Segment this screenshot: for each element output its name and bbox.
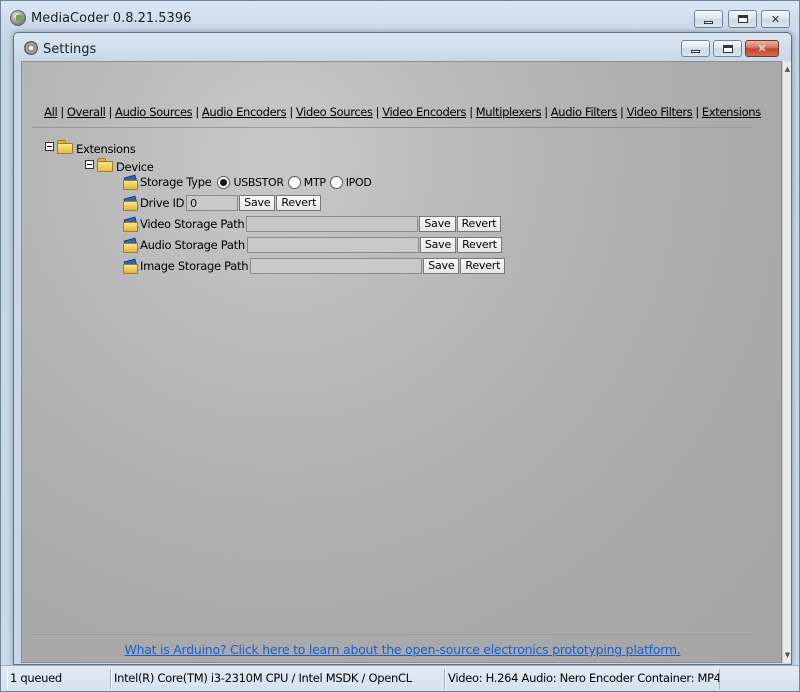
nav-link-multiplexers[interactable]: Multiplexers [476,105,542,119]
nav-separator: | [620,105,624,119]
close-button[interactable]: ✕ [761,10,790,28]
setting-icon [123,176,138,190]
video-storage-path-label: Video Storage Path [140,217,245,231]
drive-id-label: Drive ID [140,196,185,210]
storage-type-ipod-radio[interactable] [329,175,343,189]
tree-node-extensions: Extensions [45,137,139,156]
gear-icon [24,41,38,55]
setting-audio-storage-path: Audio Storage Path Save Revert [123,236,502,254]
folder-icon [57,139,73,154]
close-icon: ✕ [757,42,767,55]
category-nav: All | Overall | Audio Sources | Audio Encoders… [22,105,783,119]
video-storage-path-save-button[interactable]: Save [419,216,456,232]
settings-minimize-button[interactable] [681,40,710,57]
minimize-icon [704,20,713,24]
video-storage-path-revert-button[interactable]: Revert [456,216,502,232]
arduino-info-link[interactable]: What is Arduino? Click here to learn abo… [22,642,783,657]
storage-type-ipod-label: IPOD [345,175,372,189]
maximize-button[interactable] [728,10,757,28]
settings-close-button[interactable]: ✕ [745,40,779,57]
vertical-scrollbar[interactable]: ▲ ▼ [782,61,791,663]
setting-icon [123,239,138,253]
nav-separator: | [695,105,699,119]
image-storage-path-save-button[interactable]: Save [423,258,460,274]
drive-id-save-button[interactable]: Save [239,195,276,211]
nav-link-overall[interactable]: Overall [67,105,106,119]
audio-storage-path-label: Audio Storage Path [140,238,245,252]
window-title: MediaCoder 0.8.21.5396 [31,11,192,26]
settings-content: All | Overall | Audio Sources | Audio Encoders… [21,61,782,663]
nav-separator: | [60,105,64,119]
scroll-up-icon[interactable]: ▲ [783,63,792,75]
nav-link-audio-filters[interactable]: Audio Filters [551,105,618,119]
collapse-icon[interactable] [45,141,54,151]
nav-separator: | [544,105,548,119]
storage-type-mtp-radio[interactable] [287,175,301,189]
main-titlebar[interactable]: MediaCoder 0.8.21.5396 ✕ [1,1,799,35]
image-storage-path-revert-button[interactable]: Revert [460,258,506,274]
minimize-button[interactable] [694,10,723,28]
nav-link-audio-encoders[interactable]: Audio Encoders [202,105,287,119]
settings-maximize-button[interactable] [713,40,742,57]
minimize-icon [691,50,700,53]
collapse-icon[interactable] [85,159,94,169]
nav-link-video-filters[interactable]: Video Filters [627,105,693,119]
tree-label-device: Device [116,159,154,174]
nav-link-extensions[interactable]: Extensions [702,105,761,119]
close-icon: ✕ [770,12,781,26]
setting-image-storage-path: Image Storage Path Save Revert [123,257,506,275]
audio-storage-path-input[interactable] [246,237,419,253]
setting-icon [123,197,138,211]
tree-node-device: Device [85,155,158,174]
nav-divider [32,127,753,128]
nav-separator: | [195,105,199,119]
setting-video-storage-path: Video Storage Path Save Revert [123,215,502,233]
settings-titlebar[interactable]: Settings ✕ [14,33,791,61]
nav-separator: | [469,105,473,119]
audio-storage-path-revert-button[interactable]: Revert [457,237,502,253]
nav-link-video-encoders[interactable]: Video Encoders [382,105,466,119]
nav-link-video-sources[interactable]: Video Sources [296,105,373,119]
status-codec: Video: H.264 Audio: Nero Encoder Contain… [445,669,720,689]
footer-divider [32,634,753,635]
nav-link-audio-sources[interactable]: Audio Sources [115,105,193,119]
nav-link-all[interactable]: All [44,105,58,119]
storage-type-usbstor-radio[interactable] [217,175,231,189]
settings-dialog: Settings ✕ All | Overall | Audio Sources | Aud… [13,32,792,665]
nav-separator: | [375,105,380,119]
maximize-icon [737,15,748,23]
setting-icon [123,260,138,274]
storage-type-label: Storage Type [140,175,212,189]
audio-storage-path-save-button[interactable]: Save [419,237,457,253]
scroll-down-icon[interactable]: ▼ [783,649,792,661]
maximize-icon [722,44,733,53]
settings-title: Settings [43,42,97,57]
setting-storage-type: Storage Type USBSTOR MTP IPOD [123,173,376,191]
folder-icon [97,157,113,172]
status-queue: 1 queued [7,669,111,689]
tree-label-extensions: Extensions [76,141,136,156]
status-bar: 1 queued Intel(R) Core(TM) i3-2310M CPU … [1,665,799,691]
setting-icon [123,218,138,232]
status-cpu: Intel(R) Core(TM) i3-2310M CPU / Intel M… [111,669,445,689]
nav-separator: | [289,105,293,119]
image-storage-path-input[interactable] [250,258,423,274]
main-window: MediaCoder 0.8.21.5396 ✕ Settings ✕ All … [0,0,800,692]
video-storage-path-input[interactable] [246,216,419,232]
drive-id-revert-button[interactable]: Revert [276,195,322,211]
storage-type-usbstor-label: USBSTOR [233,175,284,189]
image-storage-path-label: Image Storage Path [140,259,249,273]
mediacoder-app-icon [10,10,26,26]
setting-drive-id: Drive ID Save Revert [123,194,322,212]
drive-id-input[interactable] [186,195,239,211]
nav-separator: | [108,105,113,119]
storage-type-mtp-label: MTP [303,175,326,189]
